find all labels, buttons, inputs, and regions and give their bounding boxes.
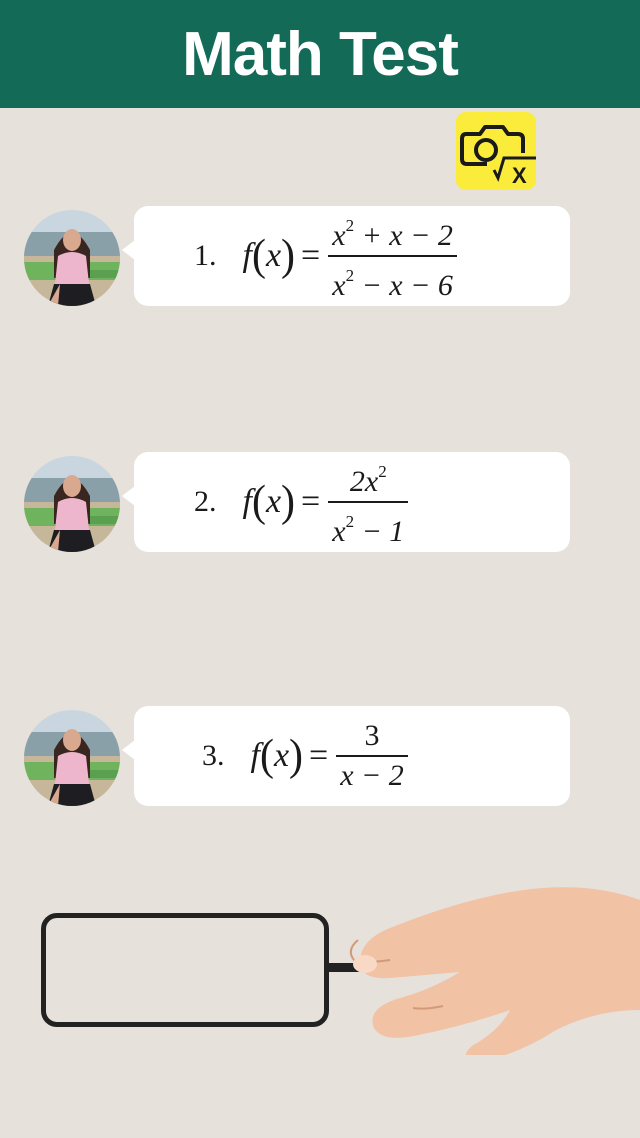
numerator: x2 + x − 2 <box>332 216 453 252</box>
denominator: x2 − x − 6 <box>332 266 453 302</box>
function-name: f <box>242 237 252 274</box>
fraction: x2 + x − 2 x2 − x − 6 <box>328 207 457 305</box>
camera-sqrt-x-icon: X <box>460 125 536 188</box>
close-paren: ) <box>289 731 304 781</box>
question-number: 2. <box>194 485 217 518</box>
function-arg: x <box>265 237 282 274</box>
question-row-2: 2. f ( x ) = 2x2 x2 − 1 <box>0 452 640 552</box>
answer-box[interactable] <box>41 913 329 1027</box>
question-expression-2: 2. f ( x ) = 2x2 x2 − 1 <box>194 452 409 552</box>
open-paren: ( <box>259 731 274 781</box>
open-paren: ( <box>251 231 266 281</box>
question-row-3: 3. f ( x ) = 3 x − 2 <box>0 706 640 806</box>
open-paren: ( <box>251 477 266 527</box>
hand-illustration <box>325 887 640 1055</box>
camera-math-button[interactable]: X <box>456 112 536 190</box>
function-name: f <box>242 483 252 520</box>
denominator: x2 − 1 <box>332 512 405 548</box>
numerator: 3 <box>364 719 380 752</box>
close-paren: ) <box>281 477 296 527</box>
numerator: 2x2 <box>349 462 387 498</box>
function-arg: x <box>265 483 282 520</box>
question-bubble-1: 1. f ( x ) = x2 + x − 2 x2 − x − 6 <box>122 206 570 306</box>
function-arg: x <box>273 737 290 774</box>
question-expression-3: 3. f ( x ) = 3 x − 2 <box>202 706 408 806</box>
page-title: Math Test <box>182 19 459 89</box>
question-bubble-3: 3. f ( x ) = 3 x − 2 <box>122 706 570 806</box>
function-name: f <box>250 737 260 774</box>
question-expression-1: 1. f ( x ) = x2 + x − 2 x2 − x − 6 <box>194 206 457 306</box>
question-bubble-2: 2. f ( x ) = 2x2 x2 − 1 <box>122 452 570 552</box>
close-paren: ) <box>281 231 296 281</box>
header-bar: Math Test <box>0 0 640 108</box>
question-row-1: 1. f ( x ) = x2 + x − 2 x2 − x − 6 <box>0 206 640 306</box>
fraction: 2x2 x2 − 1 <box>328 453 409 551</box>
avatar <box>24 456 120 552</box>
question-number: 3. <box>202 739 225 772</box>
equals-sign: = <box>309 737 329 774</box>
svg-text:X: X <box>512 163 527 188</box>
question-number: 1. <box>194 239 217 272</box>
avatar <box>24 210 120 306</box>
avatar <box>24 710 120 806</box>
equals-sign: = <box>301 237 321 274</box>
equals-sign: = <box>301 483 321 520</box>
denominator: x − 2 <box>340 759 404 792</box>
fraction: 3 x − 2 <box>336 717 408 795</box>
